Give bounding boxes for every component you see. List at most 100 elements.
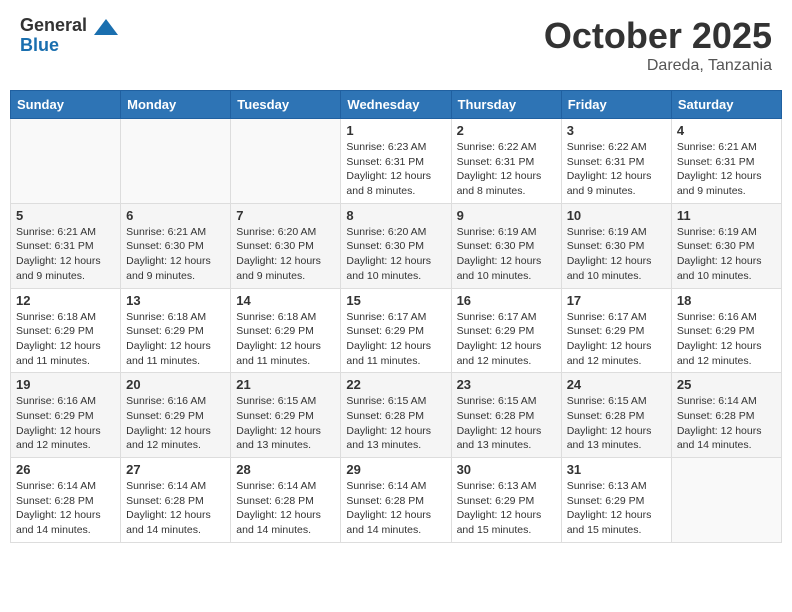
day-info: Sunrise: 6:19 AMSunset: 6:30 PMDaylight:… (457, 225, 556, 284)
day-number: 22 (346, 377, 445, 392)
day-info: Sunrise: 6:22 AMSunset: 6:31 PMDaylight:… (567, 140, 666, 199)
day-number: 8 (346, 208, 445, 223)
day-info: Sunrise: 6:19 AMSunset: 6:30 PMDaylight:… (677, 225, 776, 284)
week-row-5: 26 Sunrise: 6:14 AMSunset: 6:28 PMDayligh… (11, 458, 782, 543)
calendar-table: SundayMondayTuesdayWednesdayThursdayFrid… (10, 90, 782, 543)
day-cell: 23Sunrise: 6:15 AMSunset: 6:28 PMDayligh… (451, 373, 561, 458)
day-cell: 18Sunrise: 6:16 AMSunset: 6:29 PMDayligh… (671, 288, 781, 373)
weekday-header-row: SundayMondayTuesdayWednesdayThursdayFrid… (11, 91, 782, 119)
week-row-4: 19 Sunrise: 6:16 AMSunset: 6:29 PMDayligh… (11, 373, 782, 458)
day-cell: 28Sunrise: 6:14 AMSunset: 6:28 PMDayligh… (231, 458, 341, 543)
day-number: 19 (16, 377, 115, 392)
day-cell: 13Sunrise: 6:18 AMSunset: 6:29 PMDayligh… (121, 288, 231, 373)
day-info: Sunrise: 6:15 AMSunset: 6:28 PMDaylight:… (567, 394, 666, 453)
day-cell: 3 Sunrise: 6:22 AMSunset: 6:31 PMDaylight… (561, 119, 671, 204)
week-row-3: 12 Sunrise: 6:18 AMSunset: 6:29 PMDayligh… (11, 288, 782, 373)
day-info: Sunrise: 6:21 AMSunset: 6:31 PMDaylight:… (16, 225, 115, 284)
day-cell: 9 Sunrise: 6:19 AMSunset: 6:30 PMDaylight… (451, 203, 561, 288)
week-row-2: 5Sunrise: 6:21 AMSunset: 6:31 PMDaylight… (11, 203, 782, 288)
day-number: 18 (677, 293, 776, 308)
logo-general: General (20, 15, 87, 35)
day-info: Sunrise: 6:15 AMSunset: 6:29 PMDaylight:… (236, 394, 335, 453)
day-cell: 6 Sunrise: 6:21 AMSunset: 6:30 PMDaylight… (121, 203, 231, 288)
weekday-header-thursday: Thursday (451, 91, 561, 119)
day-info: Sunrise: 6:16 AMSunset: 6:29 PMDaylight:… (126, 394, 225, 453)
day-number: 11 (677, 208, 776, 223)
day-cell: 22Sunrise: 6:15 AMSunset: 6:28 PMDayligh… (341, 373, 451, 458)
day-number: 20 (126, 377, 225, 392)
day-info: Sunrise: 6:14 AMSunset: 6:28 PMDaylight:… (346, 479, 445, 538)
day-cell: 20 Sunrise: 6:16 AMSunset: 6:29 PMDayligh… (121, 373, 231, 458)
day-info: Sunrise: 6:17 AMSunset: 6:29 PMDaylight:… (346, 310, 445, 369)
day-info: Sunrise: 6:14 AMSunset: 6:28 PMDaylight:… (16, 479, 115, 538)
day-number: 6 (126, 208, 225, 223)
day-info: Sunrise: 6:20 AMSunset: 6:30 PMDaylight:… (346, 225, 445, 284)
day-info: Sunrise: 6:13 AMSunset: 6:29 PMDaylight:… (457, 479, 556, 538)
day-cell: 19 Sunrise: 6:16 AMSunset: 6:29 PMDayligh… (11, 373, 121, 458)
day-cell (121, 119, 231, 204)
day-cell (231, 119, 341, 204)
day-number: 21 (236, 377, 335, 392)
day-cell: 4 Sunrise: 6:21 AMSunset: 6:31 PMDaylight… (671, 119, 781, 204)
day-info: Sunrise: 6:13 AMSunset: 6:29 PMDaylight:… (567, 479, 666, 538)
day-number: 12 (16, 293, 115, 308)
day-cell: 10Sunrise: 6:19 AMSunset: 6:30 PMDayligh… (561, 203, 671, 288)
day-info: Sunrise: 6:23 AMSunset: 6:31 PMDaylight:… (346, 140, 445, 199)
weekday-header-wednesday: Wednesday (341, 91, 451, 119)
page-header: General Blue October 2025 Dareda, Tanzan… (10, 10, 782, 80)
day-number: 14 (236, 293, 335, 308)
day-number: 3 (567, 123, 666, 138)
day-number: 4 (677, 123, 776, 138)
day-cell: 8 Sunrise: 6:20 AMSunset: 6:30 PMDaylight… (341, 203, 451, 288)
day-number: 16 (457, 293, 556, 308)
day-info: Sunrise: 6:17 AMSunset: 6:29 PMDaylight:… (457, 310, 556, 369)
day-cell: 25 Sunrise: 6:14 AMSunset: 6:28 PMDayligh… (671, 373, 781, 458)
day-number: 17 (567, 293, 666, 308)
day-info: Sunrise: 6:14 AMSunset: 6:28 PMDaylight:… (677, 394, 776, 453)
day-info: Sunrise: 6:20 AMSunset: 6:30 PMDaylight:… (236, 225, 335, 284)
weekday-header-tuesday: Tuesday (231, 91, 341, 119)
weekday-header-saturday: Saturday (671, 91, 781, 119)
day-cell: 26 Sunrise: 6:14 AMSunset: 6:28 PMDayligh… (11, 458, 121, 543)
day-info: Sunrise: 6:16 AMSunset: 6:29 PMDaylight:… (16, 394, 115, 453)
day-cell: 29 Sunrise: 6:14 AMSunset: 6:28 PMDayligh… (341, 458, 451, 543)
day-cell: 12 Sunrise: 6:18 AMSunset: 6:29 PMDayligh… (11, 288, 121, 373)
day-number: 26 (16, 462, 115, 477)
day-cell: 7 Sunrise: 6:20 AMSunset: 6:30 PMDaylight… (231, 203, 341, 288)
day-number: 13 (126, 293, 225, 308)
day-number: 2 (457, 123, 556, 138)
day-number: 25 (677, 377, 776, 392)
day-cell: 2 Sunrise: 6:22 AMSunset: 6:31 PMDaylight… (451, 119, 561, 204)
day-cell: 27 Sunrise: 6:14 AMSunset: 6:28 PMDayligh… (121, 458, 231, 543)
title-section: October 2025 Dareda, Tanzania (544, 15, 772, 75)
day-number: 31 (567, 462, 666, 477)
day-number: 7 (236, 208, 335, 223)
day-cell (671, 458, 781, 543)
logo-text: General Blue (20, 15, 118, 56)
day-info: Sunrise: 6:21 AMSunset: 6:31 PMDaylight:… (677, 140, 776, 199)
weekday-header-friday: Friday (561, 91, 671, 119)
day-info: Sunrise: 6:14 AMSunset: 6:28 PMDaylight:… (126, 479, 225, 538)
day-number: 24 (567, 377, 666, 392)
day-info: Sunrise: 6:18 AMSunset: 6:29 PMDaylight:… (236, 310, 335, 369)
day-cell: 11 Sunrise: 6:19 AMSunset: 6:30 PMDayligh… (671, 203, 781, 288)
day-info: Sunrise: 6:15 AMSunset: 6:28 PMDaylight:… (457, 394, 556, 453)
day-cell: 16 Sunrise: 6:17 AMSunset: 6:29 PMDayligh… (451, 288, 561, 373)
day-number: 9 (457, 208, 556, 223)
day-number: 30 (457, 462, 556, 477)
day-cell: 5Sunrise: 6:21 AMSunset: 6:31 PMDaylight… (11, 203, 121, 288)
day-cell: 17Sunrise: 6:17 AMSunset: 6:29 PMDayligh… (561, 288, 671, 373)
day-number: 29 (346, 462, 445, 477)
day-cell: 24 Sunrise: 6:15 AMSunset: 6:28 PMDayligh… (561, 373, 671, 458)
weekday-header-sunday: Sunday (11, 91, 121, 119)
location-title: Dareda, Tanzania (544, 57, 772, 75)
day-info: Sunrise: 6:21 AMSunset: 6:30 PMDaylight:… (126, 225, 225, 284)
day-number: 15 (346, 293, 445, 308)
day-number: 10 (567, 208, 666, 223)
day-info: Sunrise: 6:22 AMSunset: 6:31 PMDaylight:… (457, 140, 556, 199)
day-number: 27 (126, 462, 225, 477)
logo: General Blue (20, 15, 118, 56)
day-info: Sunrise: 6:18 AMSunset: 6:29 PMDaylight:… (16, 310, 115, 369)
day-number: 28 (236, 462, 335, 477)
day-cell: 21 Sunrise: 6:15 AMSunset: 6:29 PMDayligh… (231, 373, 341, 458)
